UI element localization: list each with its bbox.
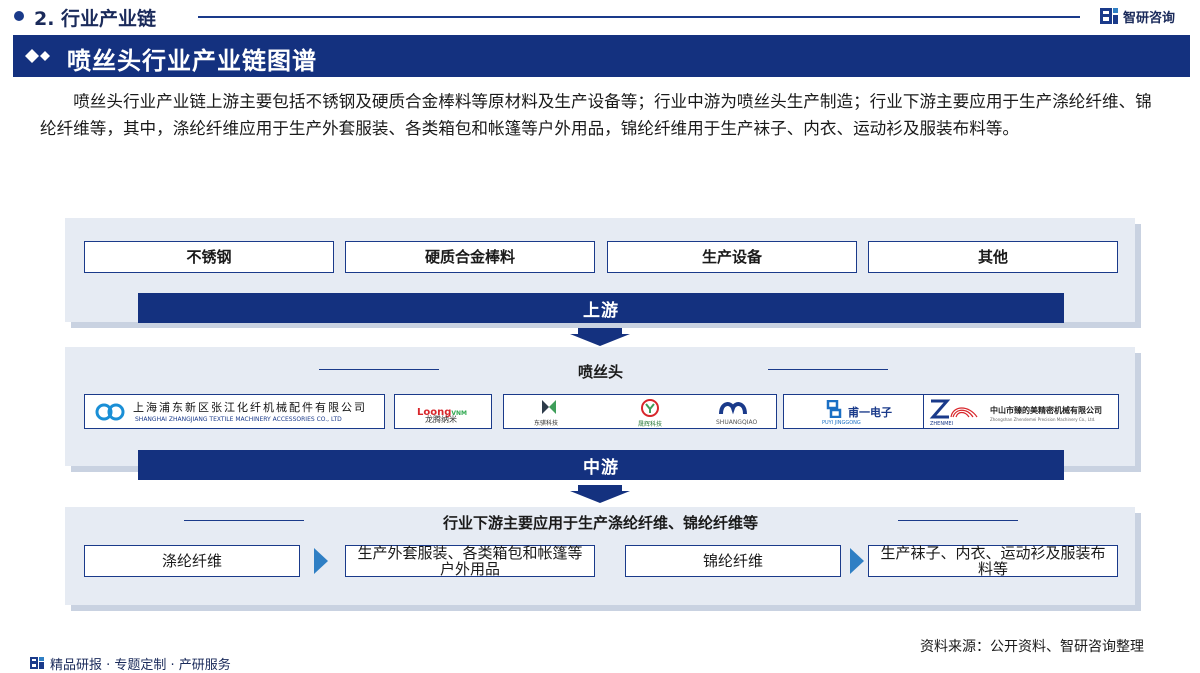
zhenmei-name-cn: 中山市臻的美精密机械有限公司 [990, 406, 1102, 415]
downstream-fiber-nylon: 锦纶纤维 [625, 545, 841, 577]
upstream-item-production-equipment: 生产设备 [607, 241, 857, 273]
loong-name-cn: 龙腾纳米 [425, 415, 457, 424]
upstream-item-hard-alloy-bar: 硬质合金棒料 [345, 241, 595, 273]
shenghui-name: 晟辉科技 [638, 421, 663, 428]
footer-tagline: 精品研报 · 专题定制 · 产研服务 [50, 657, 231, 673]
downstream-product-nylon: 生产袜子、内衣、运动衫及服装布料等 [868, 545, 1118, 577]
shuangqiao-logo-icon [719, 402, 747, 415]
company-logo-group: 东骐科技 晟辉科技 SHUANGQIAO [503, 394, 777, 429]
stage-bar-midstream: 中游 [138, 450, 1064, 480]
brand-logo-icon [1100, 8, 1118, 24]
company-logo-zhangjiang: 上海浦东新区张江化纤机械配件有限公司 SHANGHAI ZHANGJIANG T… [84, 394, 385, 429]
company-logo-pair: PUYI JINGGONG 甫一电子 ZHENMEI 中山市臻的美精密机械有限公… [783, 394, 1119, 429]
diamond-bullet-icon [25, 49, 50, 63]
down-arrow-icon [570, 328, 630, 346]
footer-logo-icon [30, 657, 44, 669]
dongqi-name: 东骐科技 [534, 420, 559, 427]
section-rule-right [768, 369, 888, 370]
downstream-section-label: 行业下游主要应用于生产涤纶纤维、锦纶纤维等 [443, 514, 759, 532]
puyi-logo-icon [826, 400, 842, 418]
puyi-mark: PUYI JINGGONG [822, 420, 861, 426]
midstream-section-label: 喷丝头 [578, 363, 624, 381]
section-title: 2. 行业产业链 [34, 8, 157, 30]
section-bullet-icon [14, 11, 24, 21]
brand: 智研咨询 [1099, 5, 1175, 27]
logo-divider [923, 395, 924, 428]
zhenmei-mark: ZHENMEI [930, 421, 954, 427]
zhenmei-logo-icon [929, 399, 978, 419]
shenghui-logo-icon [641, 399, 659, 417]
dongqi-logo-icon [542, 400, 556, 414]
shuangqiao-name: SHUANGQIAO [716, 419, 758, 426]
downstream-fiber-polyester: 涤纶纤维 [84, 545, 300, 577]
top-divider [198, 16, 1080, 18]
page-title: 喷丝头行业产业链图谱 [67, 47, 317, 75]
puyi-name: 甫一电子 [848, 406, 892, 419]
zhangjiang-logo-icon [95, 403, 125, 421]
right-arrow-icon [850, 548, 864, 574]
zhangjiang-name-en: SHANGHAI ZHANGJIANG TEXTILE MACHINERY AC… [135, 416, 342, 423]
top-bar: 2. 行业产业链 智研咨询 [0, 0, 1200, 34]
upstream-item-other: 其他 [868, 241, 1118, 273]
down-arrow-icon [570, 485, 630, 503]
section-rule-right [898, 520, 1018, 521]
brand-name: 智研咨询 [1123, 10, 1176, 26]
zhenmei-name-en: Zhongshan Zhendemei Precision Machinery … [990, 417, 1096, 422]
section-rule-left [319, 369, 439, 370]
section-rule-left [184, 520, 304, 521]
upstream-item-stainless-steel: 不锈钢 [84, 241, 334, 273]
footer-bar: 精品研报 · 专题定制 · 产研服务 [30, 654, 231, 673]
right-arrow-icon [314, 548, 328, 574]
stage-bar-upstream: 上游 [138, 293, 1064, 323]
source-note: 资料来源：公开资料、智研咨询整理 [920, 639, 1144, 655]
downstream-product-polyester: 生产外套服装、各类箱包和帐篷等户外用品 [345, 545, 595, 577]
zhangjiang-name-cn: 上海浦东新区张江化纤机械配件有限公司 [133, 401, 367, 414]
intro-paragraph: 喷丝头行业产业链上游主要包括不锈钢及硬质合金棒料等原材料及生产设备等；行业中游为… [40, 92, 1152, 138]
company-logo-loong: LoongVNM 龙腾纳米 [394, 394, 492, 429]
header-banner: 喷丝头行业产业链图谱 [13, 35, 1190, 77]
